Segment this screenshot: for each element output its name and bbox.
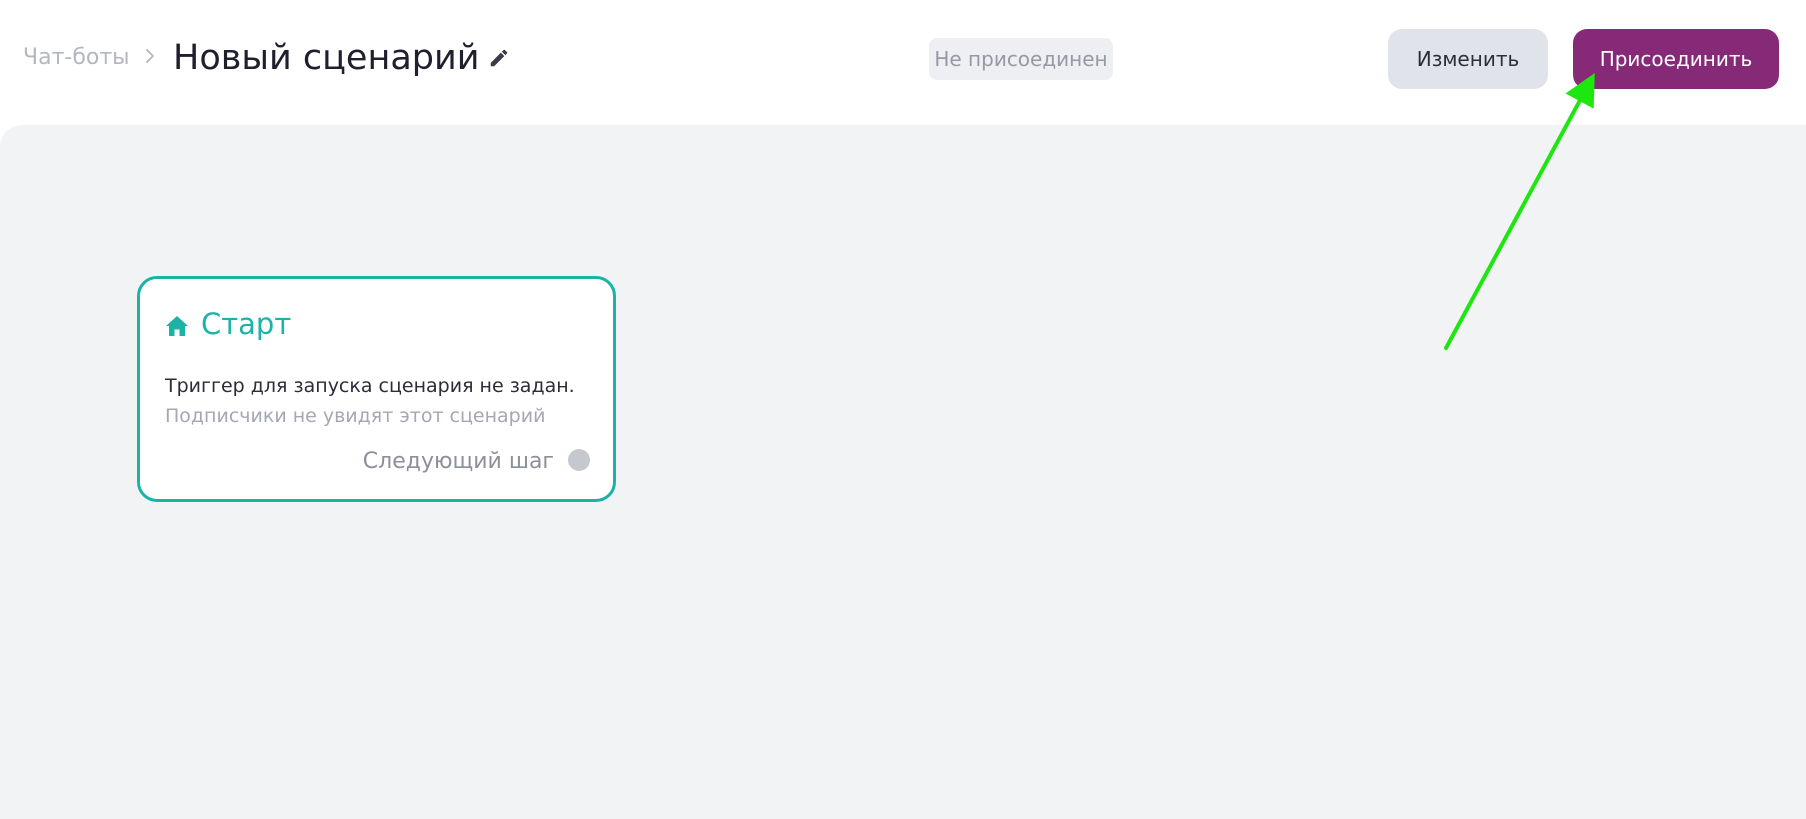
header: Чат-боты Новый сценарий Не присоединен И… [0,0,1806,125]
edit-button[interactable]: Изменить [1388,29,1548,89]
next-step-connector[interactable] [568,449,590,471]
home-icon [166,316,188,336]
status-badge: Не присоединен [929,38,1113,80]
connect-button[interactable]: Присоединить [1573,29,1779,89]
next-step-label: Следующий шаг [362,449,554,474]
start-card[interactable]: Старт Триггер для запуска сценария не за… [137,276,616,502]
breadcrumb-chatbots[interactable]: Чат-боты [23,45,130,70]
pencil-icon[interactable] [488,47,510,69]
start-card-trigger-text: Триггер для запуска сценария не задан. [165,375,575,397]
start-card-hint-text: Подписчики не увидят этот сценарий [165,405,546,427]
page-title: Новый сценарий [173,38,480,78]
chevron-right-icon [146,49,154,63]
start-card-title: Старт [201,307,292,341]
